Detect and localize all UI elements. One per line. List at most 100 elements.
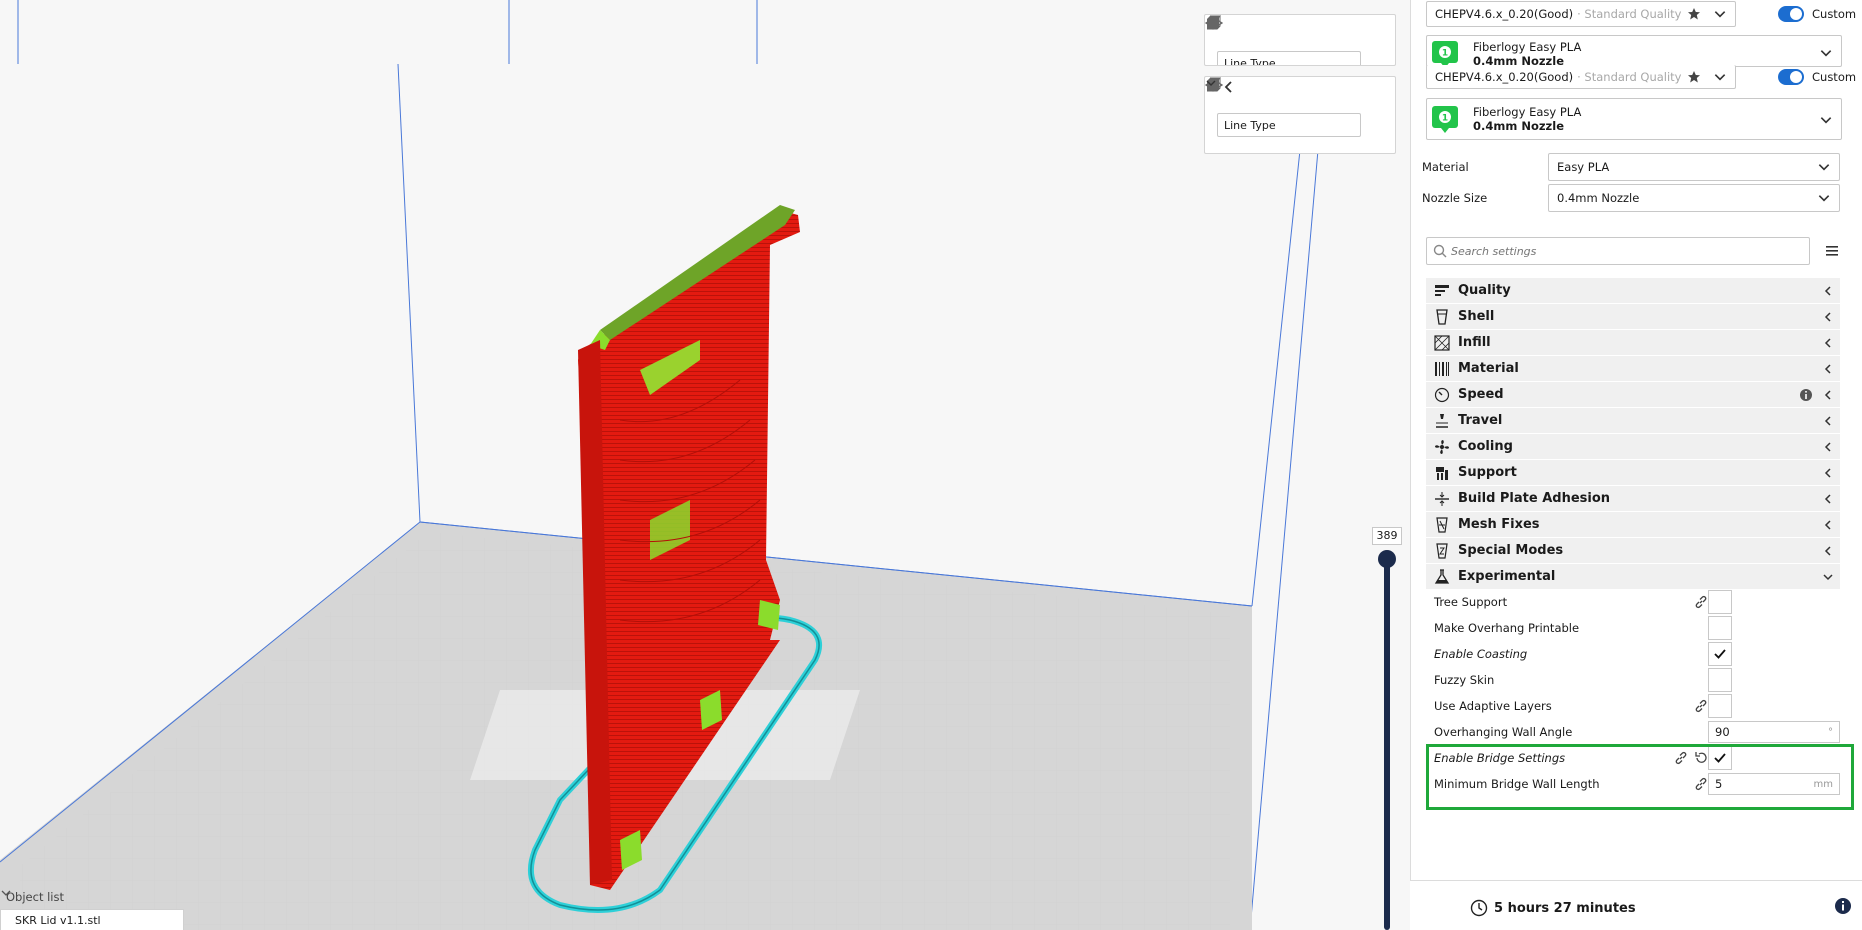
- chevron-left-icon: [1816, 467, 1840, 479]
- chevron-down-icon: [1714, 73, 1726, 80]
- chevron-left-icon: [1816, 545, 1840, 557]
- setting-use-adaptive-layers: Use Adaptive Layers: [1426, 693, 1840, 719]
- material-select[interactable]: Easy PLA: [1548, 153, 1840, 181]
- nozzle-size-label: Nozzle Size: [1422, 191, 1488, 205]
- chevron-left-icon: [1816, 363, 1840, 375]
- overhanging-wall-angle-input[interactable]: 90 °: [1708, 721, 1840, 743]
- category-quality[interactable]: Quality: [1426, 278, 1840, 304]
- input-unit: mm: [1813, 778, 1833, 790]
- category-mesh-fixes[interactable]: Mesh Fixes: [1426, 512, 1840, 538]
- enable-bridge-settings-checkbox[interactable]: [1708, 746, 1732, 770]
- 3d-viewport[interactable]: Line Type Line Type 389 Object list SKR …: [0, 0, 1410, 930]
- chevron-down-icon: [1714, 11, 1726, 18]
- xray-view-icon[interactable]: [1205, 79, 1387, 109]
- mesh-fixes-icon: [1426, 516, 1458, 533]
- setting-label: Use Adaptive Layers: [1434, 699, 1552, 713]
- link-icon[interactable]: [1694, 777, 1708, 791]
- category-experimental[interactable]: Experimental: [1426, 564, 1840, 590]
- profile-quality: · Standard Quality - 0...: [1577, 69, 1683, 84]
- use-adaptive-layers-checkbox[interactable]: [1708, 694, 1732, 718]
- extruder-material: Fiberlogy Easy PLA: [1473, 105, 1582, 119]
- xray-view-icon[interactable]: [1205, 17, 1387, 47]
- top-view-icon[interactable]: [1208, 78, 1300, 109]
- reset-icon[interactable]: [1694, 751, 1708, 765]
- category-material[interactable]: Material: [1426, 356, 1840, 382]
- view-toolbar: Line Type: [1204, 76, 1396, 154]
- info-icon[interactable]: [1834, 897, 1852, 915]
- right-view-icon[interactable]: [1207, 77, 1358, 109]
- link-icon[interactable]: [1674, 751, 1688, 765]
- star-icon[interactable]: [1687, 70, 1701, 84]
- left-view-icon[interactable]: [1207, 15, 1329, 47]
- category-speed[interactable]: Speed: [1426, 382, 1840, 408]
- chevron-down-icon: [1820, 117, 1832, 124]
- setting-label: Enable Coasting: [1434, 647, 1528, 661]
- custom-toggle-ghost[interactable]: [1778, 6, 1804, 22]
- chevron-down-icon: [1820, 50, 1832, 57]
- extruder-selector[interactable]: 1 Fiberlogy Easy PLA 0.4mm Nozzle: [1426, 98, 1842, 140]
- chevron-left-icon: [1816, 389, 1840, 401]
- layer-slider-track[interactable]: [1384, 557, 1390, 930]
- profile-select[interactable]: CHEPV4.6.x_0.20(Good) · Standard Quality…: [1426, 65, 1736, 89]
- category-travel[interactable]: Travel: [1426, 408, 1840, 434]
- info-icon[interactable]: [1796, 388, 1816, 402]
- layer-slider-handle[interactable]: [1378, 550, 1396, 568]
- object-list-item[interactable]: SKR Lid v1.1.stl: [0, 909, 184, 930]
- category-support[interactable]: Support: [1426, 460, 1840, 486]
- settings-search-row: [1426, 237, 1850, 265]
- nozzle-size-select[interactable]: 0.4mm Nozzle: [1548, 184, 1840, 212]
- category-shell[interactable]: Shell: [1426, 304, 1840, 330]
- category-special-modes[interactable]: Special Modes: [1426, 538, 1840, 564]
- setting-enable-bridge-settings: Enable Bridge Settings: [1426, 745, 1840, 771]
- link-icon[interactable]: [1694, 595, 1708, 609]
- star-icon[interactable]: [1687, 7, 1701, 21]
- special-modes-icon: [1426, 542, 1458, 559]
- chevron-down-icon: [1818, 195, 1830, 202]
- chevron-down-icon: [1206, 80, 1216, 86]
- setting-overhanging-wall-angle: Overhanging Wall Angle 90 °: [1426, 719, 1840, 745]
- category-cooling[interactable]: Cooling: [1426, 434, 1840, 460]
- cura-window: Line Type Line Type 389 Object list SKR …: [0, 0, 1862, 930]
- setting-minimum-bridge-wall-length: Minimum Bridge Wall Length 5 mm: [1426, 771, 1840, 797]
- input-value: 90: [1715, 725, 1730, 739]
- view-toolbar-ghost: Line Type: [1204, 14, 1396, 66]
- settings-visibility-menu-icon[interactable]: [1824, 244, 1840, 258]
- front-view-icon[interactable]: [1208, 77, 1271, 109]
- chevron-left-icon: [1816, 519, 1840, 531]
- profile-select-ghost[interactable]: CHEPV4.6.x_0.20(Good) · Standard Quality…: [1426, 1, 1736, 27]
- category-build-plate-adhesion[interactable]: Build Plate Adhesion: [1426, 486, 1840, 512]
- category-label: Cooling: [1458, 439, 1513, 454]
- layer-number-field[interactable]: 389: [1372, 527, 1402, 545]
- settings-search-box[interactable]: [1426, 237, 1810, 265]
- fuzzy-skin-checkbox[interactable]: [1708, 668, 1732, 692]
- custom-toggle[interactable]: [1778, 69, 1804, 85]
- line-type-select[interactable]: Line Type: [1206, 80, 1361, 137]
- category-infill[interactable]: Infill: [1426, 330, 1840, 356]
- extruder-material-ghost: Fiberlogy Easy PLA: [1473, 40, 1582, 54]
- quality-icon: [1426, 283, 1458, 299]
- chevron-down-icon: [1, 890, 11, 896]
- collapse-panel-icon[interactable]: [1219, 77, 1239, 97]
- input-value: 5: [1715, 777, 1723, 791]
- profile-row: CHEPV4.6.x_0.20(Good) · Standard Quality…: [1426, 64, 1862, 90]
- line-type-label: Line Type: [1224, 118, 1276, 132]
- tree-support-checkbox[interactable]: [1708, 590, 1732, 614]
- category-label: Build Plate Adhesion: [1458, 491, 1611, 506]
- extruder-selector-ghost[interactable]: 1 Fiberlogy Easy PLA 0.4mm Nozzle: [1426, 35, 1842, 67]
- enable-coasting-checkbox[interactable]: [1708, 642, 1732, 666]
- minimum-bridge-wall-length-input[interactable]: 5 mm: [1708, 773, 1840, 795]
- search-input[interactable]: [1451, 244, 1791, 258]
- link-icon[interactable]: [1694, 699, 1708, 713]
- right-view-icon[interactable]: [1207, 15, 1358, 47]
- build-volume-scene: [0, 0, 1410, 930]
- extruder-nozzle: 0.4mm Nozzle: [1473, 119, 1564, 133]
- left-view-icon[interactable]: [1207, 77, 1329, 109]
- top-view-icon[interactable]: [1208, 16, 1300, 47]
- nozzle-size-row: Nozzle Size 0.4mm Nozzle: [1422, 184, 1842, 212]
- profile-name: CHEPV4.6.x_0.20(Good): [1435, 69, 1574, 84]
- object-list-toggle[interactable]: Object list: [0, 887, 190, 907]
- front-view-icon[interactable]: [1208, 15, 1271, 47]
- setting-make-overhang-printable: Make Overhang Printable: [1426, 615, 1840, 641]
- make-overhang-printable-checkbox[interactable]: [1708, 616, 1732, 640]
- setting-label: Tree Support: [1434, 595, 1508, 609]
